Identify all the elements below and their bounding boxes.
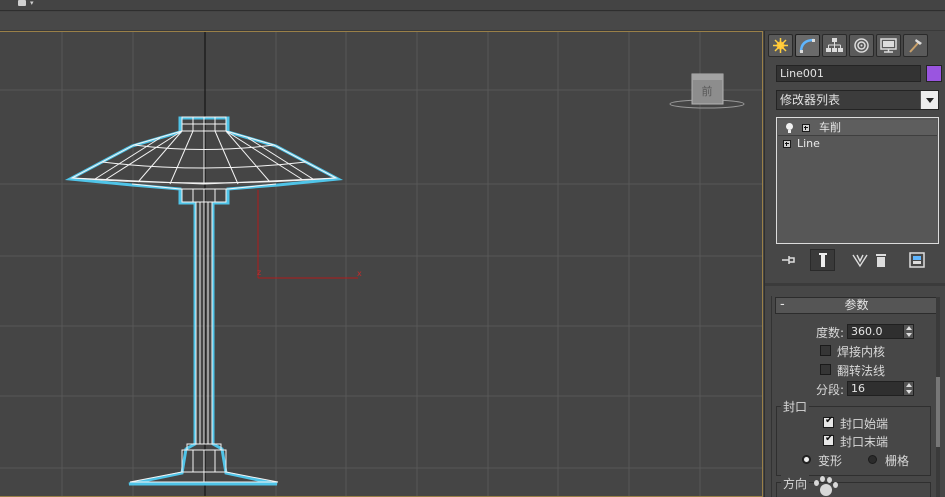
modify-tab[interactable]	[795, 34, 820, 57]
grid-label: 栅格	[885, 454, 910, 468]
display-tab[interactable]	[876, 34, 901, 57]
degrees-spinner[interactable]: 360.0	[847, 324, 914, 339]
stack-item-line[interactable]: Line	[778, 136, 937, 152]
remove-modifier-button[interactable]	[871, 249, 891, 271]
modifier-stack[interactable]: 车削 Line	[776, 117, 939, 244]
expand-plus-icon[interactable]	[802, 124, 810, 132]
utilities-tab[interactable]	[903, 34, 928, 57]
motion-tab[interactable]	[849, 34, 874, 57]
capping-group-label: 封口	[781, 398, 810, 415]
flip-normals-checkbox[interactable]	[820, 364, 831, 375]
stack-item-label: Line	[797, 137, 820, 150]
display-monitor-icon	[880, 38, 897, 53]
cap-end-checkbox[interactable]	[823, 433, 834, 446]
degrees-value: 360.0	[851, 325, 883, 338]
viewport-canvas[interactable]: x z 前	[0, 32, 763, 497]
morph-label: 变形	[818, 454, 843, 468]
pin-stack-icon	[782, 256, 795, 264]
segments-spinner[interactable]: 16	[847, 381, 914, 396]
configure-sets-button[interactable]	[906, 249, 928, 271]
flip-normals-label: 翻转法线	[837, 364, 886, 378]
viewcube-face-label: 前	[702, 84, 713, 98]
hierarchy-icon	[826, 38, 843, 52]
create-tab[interactable]	[768, 34, 793, 57]
stack-item-label: 车削	[819, 121, 841, 134]
scrollbar-thumb[interactable]	[936, 377, 940, 447]
direction-group-label: 方向	[781, 475, 810, 492]
cap-end-label: 封口末端	[840, 435, 889, 449]
segments-label: 分段:	[816, 383, 845, 397]
direction-group: 方向	[776, 475, 931, 497]
make-unique-icon	[852, 254, 868, 268]
pan-hand-icon	[812, 476, 840, 497]
viewport-grid	[0, 32, 762, 496]
object-name-field[interactable]: Line001	[776, 65, 921, 82]
parameters-rollout: - 参数 度数: 360.0 焊接内核 翻转法线 分段: 16 封口 封口始端 …	[771, 296, 941, 497]
hammer-icon	[909, 39, 922, 53]
bulb-icon[interactable]	[786, 123, 793, 133]
perspective-viewport[interactable]: x z 前	[0, 31, 763, 497]
motion-circle-icon	[854, 38, 869, 53]
morph-radio[interactable]	[802, 455, 811, 464]
toolbar	[0, 12, 945, 31]
viewcube[interactable]: 前	[669, 73, 745, 109]
chevron-down-icon[interactable]	[920, 91, 938, 109]
segments-value: 16	[851, 382, 865, 395]
degrees-label: 度数:	[816, 326, 845, 340]
app-menu-arrow-icon[interactable]: ▾	[30, 0, 34, 7]
sun-star-icon	[773, 38, 788, 53]
remove-modifier-icon	[876, 254, 886, 267]
pin-stack-button[interactable]	[778, 249, 800, 271]
spinner-arrows-icon[interactable]	[903, 382, 913, 395]
grid-radio[interactable]	[868, 455, 877, 464]
show-end-result-button[interactable]	[810, 249, 835, 271]
lamp-wireframe	[64, 116, 344, 486]
capping-group: 封口 封口始端 封口末端 变形 栅格	[776, 398, 931, 476]
stack-item-lathe[interactable]: 车削	[778, 120, 937, 136]
modifier-list-dropdown[interactable]: 修改器列表	[776, 90, 939, 110]
make-unique-button[interactable]	[849, 249, 871, 271]
spinner-arrows-icon[interactable]	[903, 325, 913, 338]
collapse-icon[interactable]: -	[780, 297, 785, 312]
app-icon[interactable]	[18, 0, 26, 6]
hierarchy-tab[interactable]	[822, 34, 847, 57]
gizmo-z-label: z	[257, 268, 261, 277]
expand-plus-icon[interactable]	[783, 140, 791, 148]
parameters-rollout-header[interactable]: - 参数	[775, 297, 938, 314]
weld-core-label: 焊接内核	[837, 345, 886, 359]
menu-bar: ▾	[0, 0, 945, 11]
cap-start-label: 封口始端	[840, 417, 889, 431]
modifier-list-label: 修改器列表	[780, 93, 841, 107]
panel-divider	[765, 283, 945, 286]
configure-sets-icon	[909, 252, 925, 268]
command-panel: Line001 修改器列表 车削 Line - 参数 度数: 360.0 焊接内…	[764, 31, 945, 497]
rollout-title: 参数	[844, 298, 869, 312]
modify-arc-icon	[799, 38, 815, 53]
show-end-result-icon	[818, 253, 827, 267]
panel-scrollbar[interactable]	[936, 297, 940, 497]
weld-core-checkbox[interactable]	[820, 345, 831, 356]
gizmo-x-label: x	[357, 269, 362, 278]
cap-start-checkbox[interactable]	[823, 415, 834, 428]
object-color-swatch[interactable]	[926, 65, 942, 82]
